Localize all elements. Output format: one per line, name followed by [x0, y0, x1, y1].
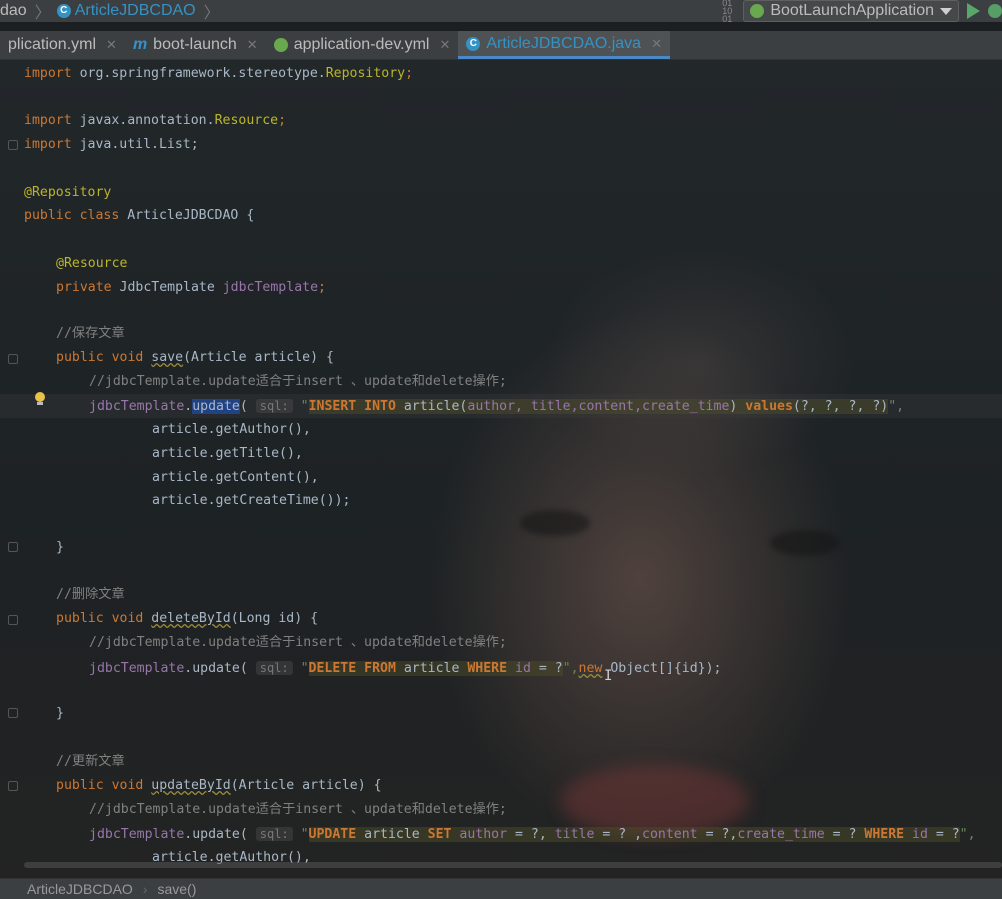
code-line: import org.springframework.stereotype.Re…	[24, 66, 414, 81]
tab-application-dev-yml[interactable]: application-dev.yml ✕	[266, 31, 459, 59]
fold-icon[interactable]	[8, 354, 18, 364]
fold-icon[interactable]	[8, 140, 18, 150]
breadcrumb-item-class[interactable]: C ArticleJDBCDAO 〉	[56, 0, 220, 23]
code-line: jdbcTemplate.update( sql: "DELETE FROM a…	[89, 661, 722, 676]
chevron-down-icon	[940, 7, 952, 15]
chevron-right-icon: ›	[142, 881, 148, 897]
chevron-right-icon: 〉	[203, 5, 220, 22]
breadcrumb-item-dao[interactable]: dao 〉	[0, 0, 51, 23]
code-line: public class ArticleJDBCDAO {	[24, 208, 255, 223]
editor-gutter	[0, 60, 24, 878]
close-icon[interactable]: ✕	[247, 37, 258, 53]
code-line: @Repository	[24, 185, 112, 200]
run-configuration-select[interactable]: BootLaunchApplication	[743, 0, 959, 22]
horizontal-scrollbar[interactable]	[24, 862, 1002, 868]
tab-application-yml[interactable]: plication.yml ✕	[0, 31, 125, 59]
code-line: private JdbcTemplate jdbcTemplate;	[56, 280, 326, 295]
binary-icon[interactable]: 01 10 01	[719, 0, 735, 24]
code-line: article.getContent(),	[152, 470, 319, 485]
code-line: import java.util.List;	[24, 137, 199, 152]
editor-tabs: plication.yml ✕ m boot-launch ✕ applicat…	[0, 31, 1002, 60]
maven-m-icon: m	[132, 36, 148, 53]
fold-icon[interactable]	[8, 615, 18, 625]
tab-label: ArticleJDBCDAO.java	[486, 34, 642, 52]
editor-breadcrumb-bar: ArticleJDBCDAO › save()	[0, 878, 1002, 899]
tab-label: application-dev.yml	[293, 36, 430, 53]
code-line: public void save(Article article) {	[56, 350, 334, 365]
debug-icon[interactable]	[988, 4, 1002, 18]
fold-icon[interactable]	[8, 781, 18, 791]
code-line: }	[56, 540, 64, 555]
code-line: import javax.annotation.Resource;	[24, 113, 287, 128]
tab-boot-launch[interactable]: m boot-launch ✕	[125, 31, 266, 59]
toolbar-right: 01 10 01 BootLaunchApplication	[719, 0, 1002, 24]
close-icon[interactable]: ✕	[106, 37, 117, 53]
close-icon[interactable]: ✕	[651, 36, 662, 52]
code-line: //删除文章	[56, 587, 125, 602]
code-line: //jdbcTemplate.update适合于insert 、update和d…	[89, 635, 507, 650]
code-line: //保存文章	[56, 326, 125, 341]
spring-yml-icon	[273, 38, 288, 52]
spring-boot-icon	[750, 4, 765, 18]
code-line: article.getTitle(),	[152, 446, 303, 461]
run-configuration-label: BootLaunchApplication	[770, 2, 934, 19]
code-line: jdbcTemplate.update( sql: "UPDATE articl…	[89, 827, 976, 842]
class-icon: C	[466, 36, 481, 51]
chevron-right-icon: 〉	[34, 5, 51, 22]
close-icon[interactable]: ✕	[439, 37, 450, 53]
breadcrumb-label: dao	[0, 2, 27, 19]
code-line: public void updateById(Article article) …	[56, 778, 382, 793]
fold-icon[interactable]	[8, 708, 18, 718]
navigation-bar: dao 〉 C ArticleJDBCDAO 〉 01 10 01 BootLaun…	[0, 0, 1002, 24]
fold-icon[interactable]	[8, 542, 18, 552]
code-line: public void deleteById(Long id) {	[56, 611, 319, 626]
mouse-cursor-ibeam: I	[604, 668, 613, 684]
tab-articlejdbcdao-java[interactable]: C ArticleJDBCDAO.java ✕	[458, 31, 670, 59]
run-icon[interactable]	[967, 3, 980, 19]
code-line: @Resource	[56, 256, 128, 271]
breadcrumb-label: ArticleJDBCDAO	[74, 2, 196, 19]
tab-label: plication.yml	[8, 36, 97, 53]
breadcrumb-class[interactable]: ArticleJDBCDAO	[27, 881, 133, 897]
code-line: //更新文章	[56, 754, 125, 769]
class-icon: C	[56, 4, 71, 18]
code-line: }	[56, 706, 64, 721]
tab-label: boot-launch	[153, 36, 237, 53]
code-editor[interactable]: import org.springframework.stereotype.Re…	[0, 60, 1002, 878]
code-line: jdbcTemplate.update( sql: "INSERT INTO a…	[89, 399, 905, 414]
code-line: //jdbcTemplate.update适合于insert 、update和d…	[89, 802, 507, 817]
code-line: article.getAuthor(),	[152, 422, 311, 437]
code-line: article.getCreateTime());	[152, 493, 351, 508]
lightbulb-icon[interactable]	[34, 392, 46, 406]
code-line: //jdbcTemplate.update适合于insert 、update和d…	[89, 374, 507, 389]
breadcrumb-method[interactable]: save()	[157, 881, 196, 897]
